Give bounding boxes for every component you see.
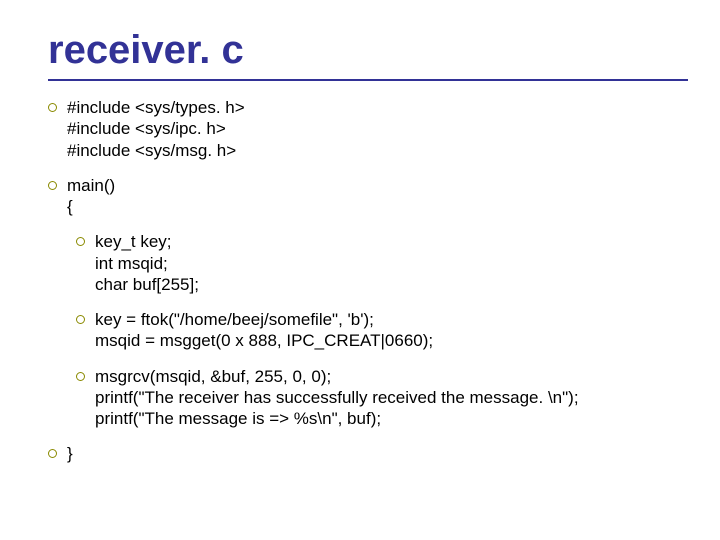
bullet-icon — [48, 103, 57, 112]
bullet-icon — [48, 181, 57, 190]
bullet-icon — [76, 315, 85, 324]
code-group-decls: key_t key; int msqid; char buf[255]; — [48, 231, 680, 295]
title-underline — [48, 79, 688, 81]
slide: receiver. c #include <sys/types. h> #inc… — [0, 0, 720, 540]
slide-title: receiver. c — [48, 28, 680, 73]
code-group-close: } — [48, 443, 680, 464]
bullet-icon — [76, 372, 85, 381]
code-main-open: main() { — [67, 175, 115, 218]
code-setup: key = ftok("/home/beej/somefile", 'b'); … — [95, 309, 433, 352]
code-group-includes: #include <sys/types. h> #include <sys/ip… — [48, 97, 680, 161]
bullet-icon — [76, 237, 85, 246]
code-group-recv: msgrcv(msqid, &buf, 255, 0, 0); printf("… — [48, 366, 680, 430]
code-recv: msgrcv(msqid, &buf, 255, 0, 0); printf("… — [95, 366, 579, 430]
code-group-main-open: main() { — [48, 175, 680, 218]
code-includes: #include <sys/types. h> #include <sys/ip… — [67, 97, 245, 161]
code-group-setup: key = ftok("/home/beej/somefile", 'b'); … — [48, 309, 680, 352]
code-close: } — [67, 443, 73, 464]
code-decls: key_t key; int msqid; char buf[255]; — [95, 231, 199, 295]
bullet-icon — [48, 449, 57, 458]
